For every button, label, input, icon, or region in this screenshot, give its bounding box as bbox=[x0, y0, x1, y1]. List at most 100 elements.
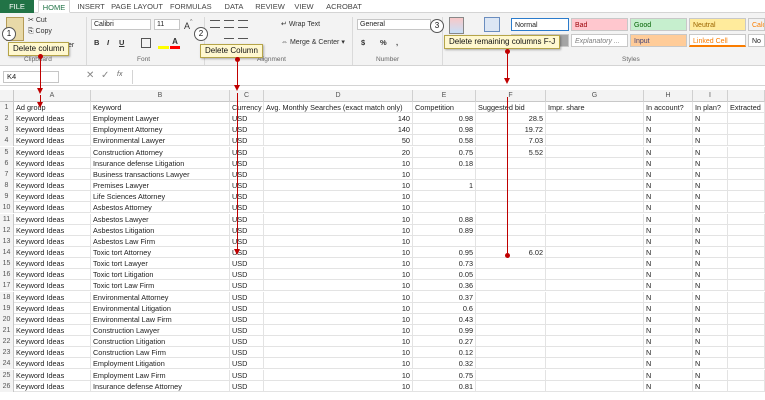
cell-keyword[interactable]: Life Sciences Attorney bbox=[91, 191, 230, 203]
cell-currency[interactable]: USD bbox=[230, 191, 264, 203]
row-number[interactable]: 9 bbox=[0, 191, 14, 203]
cell-competition[interactable]: 0.37 bbox=[413, 291, 476, 303]
cell-currency[interactable]: USD bbox=[230, 113, 264, 125]
align-top-icon[interactable] bbox=[210, 20, 220, 28]
cell-competition[interactable] bbox=[413, 202, 476, 214]
cell-avg-searches[interactable]: 10 bbox=[264, 347, 413, 359]
cell-ad-group[interactable]: Keyword Ideas bbox=[14, 224, 91, 236]
cell-in-account[interactable]: N bbox=[644, 336, 693, 348]
cell-in-plan[interactable]: N bbox=[693, 213, 728, 225]
cell-ad-group[interactable]: Keyword Ideas bbox=[14, 124, 91, 136]
cell-competition[interactable]: 0.43 bbox=[413, 313, 476, 325]
cell-in-account[interactable]: N bbox=[644, 235, 693, 247]
style-bad[interactable]: Bad bbox=[571, 18, 628, 31]
cell-avg-searches[interactable]: 10 bbox=[264, 280, 413, 292]
cell-ad-group[interactable]: Keyword Ideas bbox=[14, 202, 91, 214]
underline-button[interactable]: U bbox=[119, 38, 124, 47]
style-explanatory[interactable]: Explanatory ... bbox=[571, 34, 628, 47]
enter-icon[interactable]: ✓ bbox=[101, 70, 109, 81]
cell-extracted[interactable] bbox=[728, 191, 765, 203]
cell-in-account[interactable]: N bbox=[644, 213, 693, 225]
row-number[interactable]: 8 bbox=[0, 180, 14, 192]
cell-extracted[interactable] bbox=[728, 213, 765, 225]
cell-in-plan[interactable]: N bbox=[693, 180, 728, 192]
cell-impr-share[interactable] bbox=[546, 258, 644, 270]
row-number[interactable]: 5 bbox=[0, 146, 14, 158]
borders-icon[interactable] bbox=[141, 38, 151, 48]
cell-suggested-bid[interactable] bbox=[476, 180, 546, 192]
row-number[interactable]: 12 bbox=[0, 224, 14, 236]
cell-avg-searches[interactable]: 10 bbox=[264, 168, 413, 180]
header-cell-suggested-bid[interactable]: Suggested bid bbox=[476, 102, 546, 113]
cell-in-account[interactable]: N bbox=[644, 380, 693, 392]
cell-in-account[interactable]: N bbox=[644, 191, 693, 203]
cell-extracted[interactable] bbox=[728, 325, 765, 336]
cell-in-plan[interactable]: N bbox=[693, 258, 728, 270]
row-number[interactable]: 10 bbox=[0, 202, 14, 214]
cell-competition[interactable]: 0.89 bbox=[413, 224, 476, 236]
cell-in-plan[interactable]: N bbox=[693, 113, 728, 125]
cell-keyword[interactable]: Insurance defense Attorney bbox=[91, 380, 230, 392]
cell-ad-group[interactable]: Keyword Ideas bbox=[14, 380, 91, 392]
cell-competition[interactable]: 0.95 bbox=[413, 246, 476, 258]
column-header-e[interactable]: E bbox=[413, 90, 476, 102]
cell-in-account[interactable]: N bbox=[644, 246, 693, 258]
column-header-f[interactable]: F bbox=[476, 90, 546, 102]
cell-avg-searches[interactable]: 10 bbox=[264, 291, 413, 303]
cell-keyword[interactable]: Environmental Law Firm bbox=[91, 313, 230, 325]
cell-in-plan[interactable]: N bbox=[693, 235, 728, 247]
cell-avg-searches[interactable]: 140 bbox=[264, 124, 413, 136]
style-neutral[interactable]: Neutral bbox=[689, 18, 746, 31]
cell-currency[interactable]: USD bbox=[230, 380, 264, 392]
row-number[interactable]: 15 bbox=[0, 258, 14, 270]
tab-page-layout[interactable]: PAGE LAYOUT bbox=[111, 0, 163, 13]
row-number[interactable]: 25 bbox=[0, 369, 14, 381]
cell-currency[interactable]: USD bbox=[230, 180, 264, 192]
cell-in-plan[interactable]: N bbox=[693, 313, 728, 325]
cell-currency[interactable]: USD bbox=[230, 347, 264, 359]
cell-suggested-bid[interactable] bbox=[476, 224, 546, 236]
cell-avg-searches[interactable]: 10 bbox=[264, 380, 413, 392]
cell-competition[interactable]: 0.75 bbox=[413, 146, 476, 158]
cell-ad-group[interactable]: Keyword Ideas bbox=[14, 191, 91, 203]
cell-in-account[interactable]: N bbox=[644, 180, 693, 192]
cell-suggested-bid[interactable] bbox=[476, 347, 546, 359]
cell-competition[interactable]: 0.75 bbox=[413, 369, 476, 381]
cell-in-plan[interactable]: N bbox=[693, 291, 728, 303]
cell-in-plan[interactable]: N bbox=[693, 336, 728, 348]
cell-currency[interactable]: USD bbox=[230, 369, 264, 381]
cell-extracted[interactable] bbox=[728, 347, 765, 359]
tab-insert[interactable]: INSERT bbox=[76, 0, 106, 13]
cell-in-plan[interactable]: N bbox=[693, 369, 728, 381]
column-header-b[interactable]: B bbox=[91, 90, 230, 102]
cell-avg-searches[interactable]: 10 bbox=[264, 246, 413, 258]
cell-ad-group[interactable]: Keyword Ideas bbox=[14, 369, 91, 381]
cell-in-plan[interactable]: N bbox=[693, 224, 728, 236]
cell-avg-searches[interactable]: 10 bbox=[264, 235, 413, 247]
cell-keyword[interactable]: Asbestos Law Firm bbox=[91, 235, 230, 247]
cell-avg-searches[interactable]: 10 bbox=[264, 224, 413, 236]
cell-currency[interactable]: USD bbox=[230, 202, 264, 214]
header-cell-extracted[interactable]: Extracted bbox=[728, 102, 765, 113]
cell-avg-searches[interactable]: 10 bbox=[264, 191, 413, 203]
cell-extracted[interactable] bbox=[728, 302, 765, 314]
cell-competition[interactable]: 0.98 bbox=[413, 113, 476, 125]
cell-competition[interactable]: 0.98 bbox=[413, 124, 476, 136]
column-header-c[interactable]: C bbox=[230, 90, 264, 102]
cell-keyword[interactable]: Toxic tort Attorney bbox=[91, 246, 230, 258]
row-number[interactable]: 11 bbox=[0, 213, 14, 225]
row-number[interactable]: 26 bbox=[0, 380, 14, 392]
cell-avg-searches[interactable]: 10 bbox=[264, 202, 413, 214]
cell-ad-group[interactable]: Keyword Ideas bbox=[14, 313, 91, 325]
cell-impr-share[interactable] bbox=[546, 146, 644, 158]
cell-avg-searches[interactable]: 10 bbox=[264, 157, 413, 169]
cell-in-plan[interactable]: N bbox=[693, 325, 728, 336]
cell-ad-group[interactable]: Keyword Ideas bbox=[14, 135, 91, 147]
cell-keyword[interactable]: Construction Lawyer bbox=[91, 325, 230, 336]
cell-in-account[interactable]: N bbox=[644, 313, 693, 325]
wrap-text-button[interactable]: ↵ Wrap Text bbox=[281, 20, 320, 28]
cell-extracted[interactable] bbox=[728, 113, 765, 125]
row-number[interactable]: 13 bbox=[0, 235, 14, 247]
row-number[interactable]: 7 bbox=[0, 168, 14, 180]
cell-keyword[interactable]: Construction Law Firm bbox=[91, 347, 230, 359]
